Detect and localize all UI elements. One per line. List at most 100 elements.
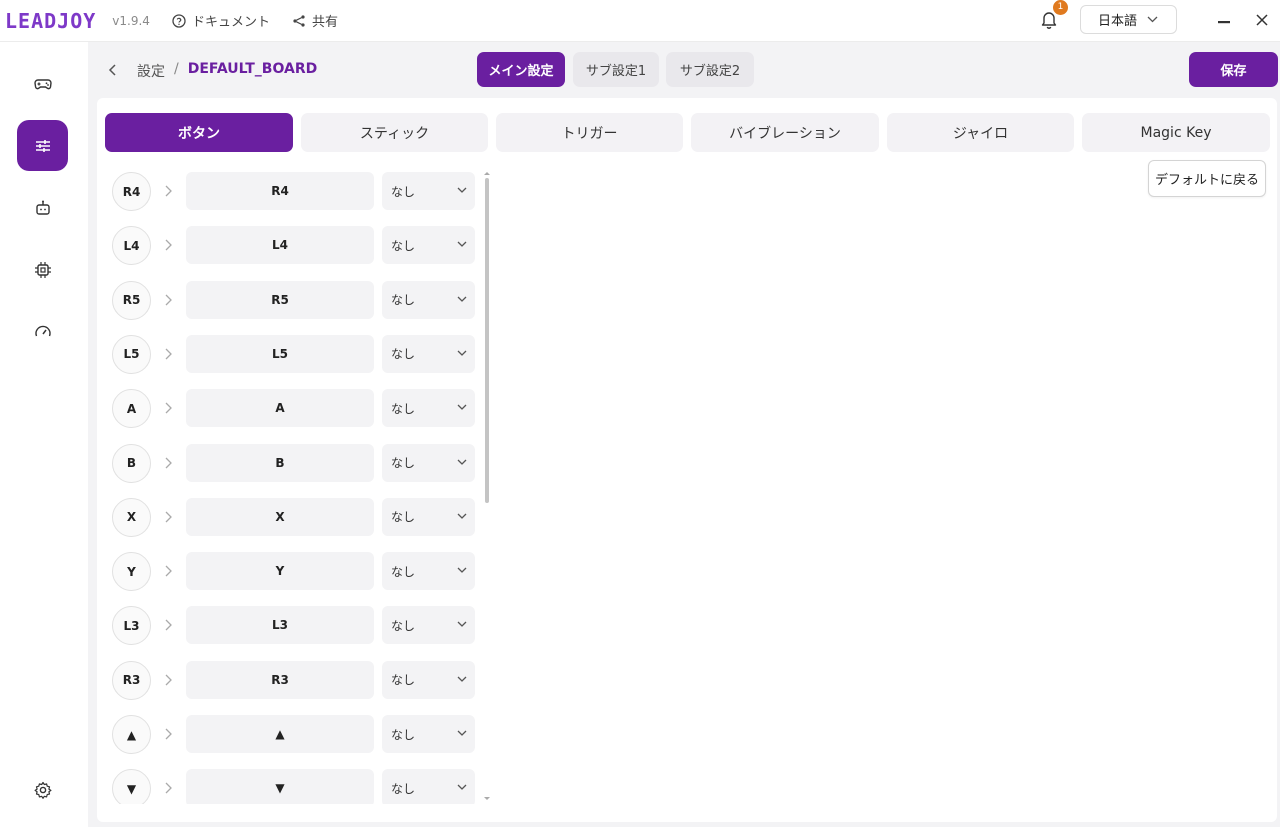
chevron-down-icon	[457, 404, 467, 411]
mapping-field[interactable]: L4	[186, 226, 374, 265]
save-button[interactable]: 保存	[1189, 52, 1278, 87]
chevron-down-icon	[1147, 16, 1158, 23]
mapping-field[interactable]: R5	[186, 280, 374, 319]
breadcrumb-parent[interactable]: 設定	[137, 61, 165, 81]
sidebar-item-robot[interactable]	[17, 182, 68, 233]
gauge-icon	[34, 325, 51, 336]
minimize-icon	[1218, 21, 1230, 24]
chevron-right-icon[interactable]	[163, 564, 173, 578]
scroll-thumb[interactable]	[485, 178, 489, 503]
turbo-select[interactable]: なし	[382, 552, 475, 591]
button-badge: L5	[112, 334, 151, 374]
mapping-field[interactable]: ▼	[186, 769, 374, 804]
tab-magic-key[interactable]: Magic Key	[1082, 113, 1270, 152]
mapping-field[interactable]: ▲	[186, 715, 374, 753]
chevron-down-icon	[457, 187, 467, 193]
turbo-select[interactable]: なし	[382, 280, 475, 319]
chevron-right-icon[interactable]	[163, 510, 173, 524]
language-select[interactable]: 日本語	[1080, 5, 1177, 34]
chevron-right-icon[interactable]	[163, 673, 173, 687]
turbo-select[interactable]: なし	[382, 715, 475, 753]
chevron-down-icon	[457, 459, 467, 465]
chevron-right-icon[interactable]	[163, 727, 173, 741]
button-badge: B	[112, 443, 151, 483]
minimize-button[interactable]	[1214, 10, 1234, 30]
table-row: ▲ ▲ なし	[97, 714, 487, 754]
table-row: R3 R3 なし	[97, 660, 487, 700]
turbo-select-value: なし	[391, 293, 416, 308]
chevron-right-icon[interactable]	[163, 781, 173, 795]
chevron-down-icon	[457, 241, 467, 248]
close-button[interactable]	[1252, 10, 1272, 30]
turbo-select-value: なし	[391, 401, 416, 416]
tab-trigger[interactable]: トリガー	[496, 113, 683, 152]
turbo-select-value: なし	[391, 781, 416, 796]
segment-sub-settings-1[interactable]: サブ設定1	[573, 52, 659, 87]
turbo-select[interactable]: なし	[382, 389, 475, 428]
docs-link[interactable]: ドキュメント	[172, 11, 270, 30]
reset-default-button[interactable]: デフォルトに戻る	[1148, 160, 1266, 197]
sidebar-item-chip[interactable]	[17, 244, 68, 295]
button-mapping-list: R4 R4 なし L4 L4 なし R5 R5 なし L5 L5 なし A A なし B B なし X X なし Y Y なし…	[97, 168, 497, 804]
turbo-select[interactable]: なし	[382, 497, 475, 536]
chevron-down-icon	[457, 513, 467, 519]
chevron-down-icon	[457, 784, 467, 791]
mapping-field[interactable]: Y	[186, 552, 374, 591]
mapping-field[interactable]: R3	[186, 660, 374, 699]
tab-vibration[interactable]: バイブレーション	[691, 113, 879, 152]
turbo-select-value: なし	[391, 618, 416, 633]
tab-stick[interactable]: スティック	[301, 113, 488, 152]
chevron-right-icon[interactable]	[163, 293, 173, 307]
turbo-select-value: なし	[391, 727, 416, 742]
mapping-field[interactable]: A	[186, 389, 374, 428]
back-button[interactable]	[106, 61, 120, 79]
turbo-select[interactable]: なし	[382, 660, 475, 699]
turbo-select[interactable]: なし	[382, 172, 475, 210]
turbo-select-value: なし	[391, 184, 416, 199]
turbo-select-value: なし	[391, 673, 416, 688]
button-badge: ▼	[112, 769, 151, 804]
sidebar	[0, 42, 88, 827]
table-row: R5 R5 なし	[97, 280, 487, 320]
scroll-down-icon	[484, 797, 490, 800]
chevron-down-icon	[457, 567, 467, 574]
turbo-select[interactable]: なし	[382, 606, 475, 645]
app-version: v1.9.4	[112, 13, 150, 28]
mapping-field[interactable]: R4	[186, 172, 374, 210]
mapping-field[interactable]: X	[186, 497, 374, 536]
chevron-right-icon[interactable]	[163, 184, 173, 198]
mapping-field[interactable]: B	[186, 443, 374, 482]
table-row: L3 L3 なし	[97, 605, 487, 646]
share-label: 共有	[311, 15, 338, 30]
mapping-field[interactable]: L5	[186, 334, 374, 373]
turbo-select[interactable]: なし	[382, 769, 475, 804]
chevron-down-icon	[457, 296, 467, 302]
title-bar: LEADJOY v1.9.4 ドキュメント 共有 1 日本語	[0, 0, 1280, 42]
table-row: L4 L4 なし	[97, 225, 487, 266]
sidebar-item-gauge[interactable]	[17, 306, 68, 357]
table-row: R4 R4 なし	[97, 171, 487, 211]
turbo-select[interactable]: なし	[382, 334, 475, 373]
chevron-right-icon[interactable]	[163, 347, 173, 361]
turbo-select-value: なし	[391, 456, 416, 470]
chevron-right-icon[interactable]	[163, 238, 173, 252]
turbo-select[interactable]: なし	[382, 443, 475, 482]
chip-icon	[34, 261, 51, 278]
table-row: ▼ ▼ なし	[97, 768, 487, 804]
tab-gyro[interactable]: ジャイロ	[887, 113, 1074, 152]
settings-card: ボタン スティック トリガー バイブレーション ジャイロ Magic Key デ…	[97, 98, 1277, 822]
sidebar-item-gamepad[interactable]	[17, 58, 68, 109]
gamepad-icon	[33, 78, 52, 89]
chevron-right-icon[interactable]	[163, 618, 173, 632]
sidebar-item-preferences[interactable]	[17, 764, 68, 815]
sidebar-item-settings[interactable]	[17, 120, 68, 171]
chevron-right-icon[interactable]	[163, 401, 173, 415]
segment-sub-settings-2[interactable]: サブ設定2	[666, 52, 754, 87]
app-logo: LEADJOY	[5, 8, 97, 33]
turbo-select[interactable]: なし	[382, 226, 475, 265]
segment-main-settings[interactable]: メイン設定	[477, 52, 565, 87]
chevron-right-icon[interactable]	[163, 456, 173, 470]
mapping-field[interactable]: L3	[186, 606, 374, 645]
share-link[interactable]: 共有	[292, 11, 338, 30]
tab-buttons[interactable]: ボタン	[105, 113, 293, 152]
